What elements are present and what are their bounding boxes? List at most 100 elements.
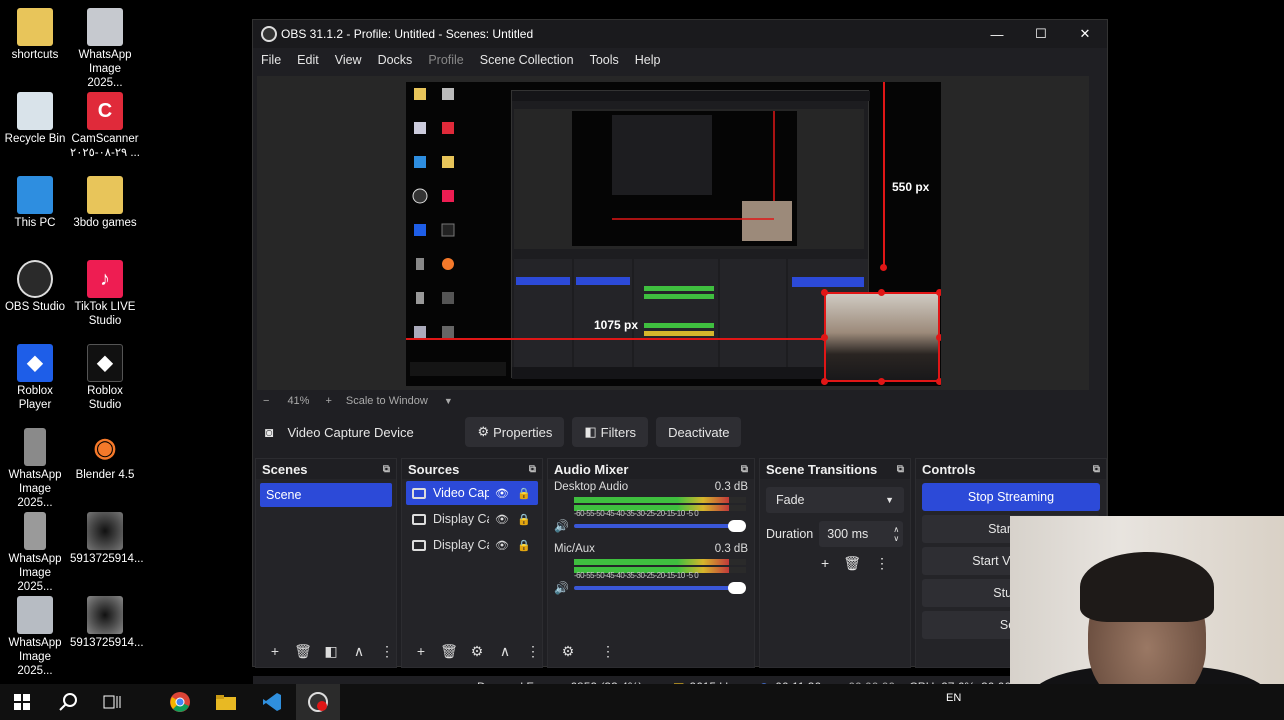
desktop-icon-tiktok-live[interactable]: ♪ TikTok LIVE Studio [70, 260, 140, 328]
obs-taskbar-button[interactable] [296, 684, 340, 720]
scene-filters-icon[interactable]: ◧ [322, 643, 340, 660]
duration-spinbox[interactable]: 300 ms ∧ ∨ [819, 521, 904, 547]
remove-transition-icon[interactable]: 🗑 [843, 555, 861, 572]
channel-db: 0.3 dB [714, 481, 748, 493]
source-item-display-capture-1[interactable]: Display Capture 👁 🔒 [406, 507, 538, 531]
more-options-icon[interactable]: ⋮ [378, 643, 396, 660]
transition-actions: + 🗑 ⋮ [800, 555, 910, 572]
vscode-taskbar-button[interactable] [250, 684, 294, 720]
minimize-button[interactable]: — [975, 20, 1019, 48]
desktop-icon-whatsapp-image-4[interactable]: WhatsApp Image 2025... [0, 596, 70, 678]
undock-icon[interactable]: ⧉ [383, 464, 390, 475]
menu-docks[interactable]: Docks [370, 53, 421, 67]
source-properties-icon[interactable]: ⚙ [468, 643, 486, 660]
volume-slider[interactable] [574, 520, 746, 532]
transition-select[interactable]: Fade ▼ [766, 487, 904, 513]
visibility-eye-icon[interactable]: 👁 [495, 513, 509, 526]
desktop-icon-whatsapp-image-1[interactable]: WhatsApp Image 2025... [70, 8, 140, 90]
desktop-icon-camscanner[interactable]: C CamScanner ٢٩-٠٨-٢٠٢٥ ... [70, 92, 140, 160]
volume-slider[interactable] [574, 582, 746, 594]
source-item-display-capture-2[interactable]: Display Capture 👁 🔒 [406, 533, 538, 557]
undock-icon[interactable]: ⧉ [1093, 464, 1100, 475]
spin-arrows-icon[interactable]: ∧ ∨ [893, 525, 899, 543]
scene-list-item[interactable]: Scene [260, 483, 392, 507]
selected-source-name: Video Capture Device [287, 424, 414, 440]
desktop-icon-this-pc[interactable]: This PC [0, 176, 70, 230]
resize-handle-bottom[interactable] [878, 378, 885, 385]
add-source-icon[interactable]: + [412, 643, 430, 659]
task-view-button[interactable] [90, 684, 134, 720]
resize-handle-tl[interactable] [821, 289, 828, 296]
menu-edit[interactable]: Edit [289, 53, 327, 67]
visibility-eye-icon[interactable]: 👁 [495, 539, 509, 552]
undock-icon[interactable]: ⧉ [741, 464, 748, 475]
desktop-icon-recycle-bin[interactable]: Recycle Bin [0, 92, 70, 146]
menu-tools[interactable]: Tools [582, 53, 627, 67]
remove-scene-icon[interactable]: 🗑 [294, 643, 312, 660]
task-view-icon [103, 695, 121, 709]
desktop-icon-3bdo-games[interactable]: 3bdo games [70, 176, 140, 230]
start-button[interactable] [0, 684, 44, 720]
zoom-out-button[interactable]: − [263, 395, 269, 407]
desktop-icon-blender[interactable]: ◉ Blender 4.5 [70, 428, 140, 482]
lock-icon[interactable]: 🔒 [517, 539, 531, 552]
speaker-icon[interactable]: 🔊 [554, 581, 570, 595]
properties-button[interactable]: ⚙ Properties [465, 417, 565, 447]
source-item-video-capture[interactable]: Video Capture Device 👁 🔒 [406, 481, 538, 505]
search-button[interactable] [46, 684, 90, 720]
advanced-audio-icon[interactable]: ⚙ [558, 643, 578, 660]
stop-streaming-button[interactable]: Stop Streaming [922, 483, 1100, 511]
chrome-taskbar-button[interactable] [158, 684, 202, 720]
resize-handle-br[interactable] [936, 378, 941, 385]
desktop-icon-shortcuts[interactable]: shortcuts [0, 8, 70, 62]
close-button[interactable]: ✕ [1063, 20, 1107, 48]
language-indicator[interactable]: EN [946, 692, 961, 704]
file-explorer-taskbar-button[interactable] [204, 684, 248, 720]
undock-icon[interactable]: ⧉ [529, 464, 536, 475]
scale-mode[interactable]: Scale to Window [346, 395, 428, 407]
undock-icon[interactable]: ⧉ [897, 464, 904, 475]
resize-handle-bl[interactable] [821, 378, 828, 385]
menu-view[interactable]: View [327, 53, 370, 67]
preview-canvas[interactable]: 550 px 1075 px [406, 82, 941, 386]
resize-handle-right[interactable] [936, 334, 941, 341]
desktop-icon-whatsapp-image-2[interactable]: WhatsApp Image 2025... [0, 428, 70, 510]
resize-handle-left[interactable] [821, 334, 828, 341]
webcam-source-selection[interactable] [821, 289, 941, 385]
filters-button[interactable]: ◧ Filters [572, 417, 649, 447]
volume-slider-knob[interactable] [728, 520, 746, 532]
menu-help[interactable]: Help [627, 53, 669, 67]
resize-handle-tr[interactable] [936, 289, 941, 296]
menu-profile[interactable]: Profile [420, 53, 471, 67]
desktop-icon-obs-studio[interactable]: OBS Studio [0, 260, 70, 314]
more-options-icon[interactable]: ⋮ [598, 643, 618, 660]
remove-source-icon[interactable]: 🗑 [440, 643, 458, 660]
resize-handle-top[interactable] [878, 289, 885, 296]
lock-icon[interactable]: 🔒 [517, 487, 531, 500]
more-options-icon[interactable]: ⋮ [875, 555, 889, 572]
meter-bar-left [574, 497, 746, 503]
desktop-icon-whatsapp-image-3[interactable]: WhatsApp Image 2025... [0, 512, 70, 594]
desktop-icon-image-5913-2[interactable]: 5913725914... [70, 596, 144, 650]
maximize-button[interactable]: ☐ [1019, 20, 1063, 48]
preview-area[interactable]: 550 px 1075 px [257, 76, 1089, 390]
menu-scene-collection[interactable]: Scene Collection [472, 53, 582, 67]
roblox-icon: ◆ [17, 344, 53, 382]
more-options-icon[interactable]: ⋮ [524, 643, 542, 660]
add-scene-icon[interactable]: + [266, 643, 284, 659]
desktop-icon-roblox-player[interactable]: ◆ Roblox Player [0, 344, 70, 412]
move-up-icon[interactable]: ∧ [496, 643, 514, 660]
deactivate-button[interactable]: Deactivate [656, 417, 742, 447]
title-bar[interactable]: OBS 31.1.2 - Profile: Untitled - Scenes:… [253, 20, 1107, 48]
lock-icon[interactable]: 🔒 [517, 513, 531, 526]
menu-file[interactable]: File [253, 53, 289, 67]
add-transition-icon[interactable]: + [821, 555, 829, 572]
visibility-eye-icon[interactable]: 👁 [495, 487, 509, 500]
volume-slider-knob[interactable] [728, 582, 746, 594]
desktop-icon-roblox-studio[interactable]: ◆ Roblox Studio [70, 344, 140, 412]
scale-dropdown-icon[interactable]: ▼ [444, 396, 453, 406]
speaker-icon[interactable]: 🔊 [554, 519, 570, 533]
zoom-in-button[interactable]: + [325, 395, 331, 407]
desktop-icon-image-5913-1[interactable]: 5913725914... [70, 512, 144, 566]
move-up-icon[interactable]: ∧ [350, 643, 368, 660]
